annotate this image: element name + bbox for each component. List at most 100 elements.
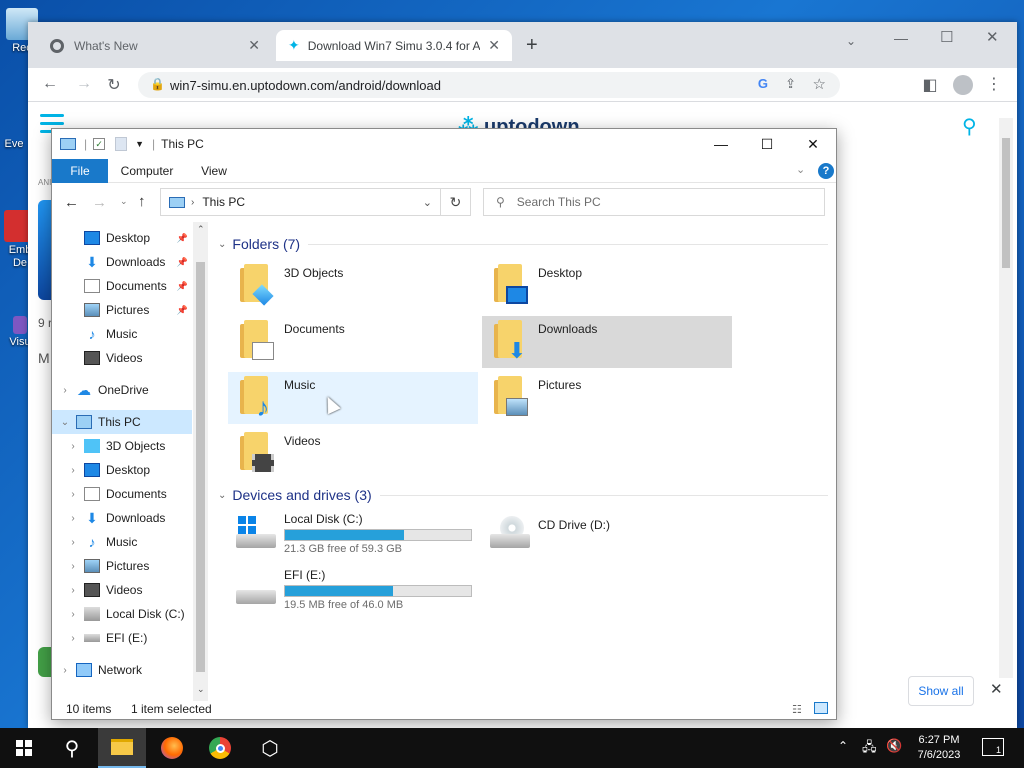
nav-item-desktop-pc[interactable]: › Desktop: [52, 458, 192, 482]
taskbar-file-explorer[interactable]: [98, 728, 146, 768]
pin-icon[interactable]: 📌: [177, 257, 188, 268]
tab-search-icon[interactable]: ⌄: [846, 34, 856, 48]
nav-item-videos-pc[interactable]: › Videos: [52, 578, 192, 602]
tab-computer[interactable]: Computer: [112, 159, 182, 183]
maximize-button[interactable]: ☐: [744, 129, 790, 159]
reload-icon[interactable]: ↻: [104, 75, 124, 95]
folder-documents[interactable]: Documents: [228, 316, 478, 368]
nav-item-music[interactable]: ♪ Music: [52, 322, 192, 346]
clock[interactable]: 6:27 PM 7/6/2023: [910, 733, 968, 763]
nav-item-efi-e[interactable]: › EFI (E:): [52, 626, 192, 650]
back-icon[interactable]: ←: [64, 194, 79, 211]
expand-chevron-icon[interactable]: ›: [66, 489, 80, 500]
pin-icon[interactable]: 📌: [177, 233, 188, 244]
action-center-icon[interactable]: 1: [982, 738, 1004, 756]
share-icon[interactable]: ⇪: [785, 76, 796, 92]
nav-item-music-pc[interactable]: › ♪ Music: [52, 530, 192, 554]
show-hidden-icons-icon[interactable]: ⌃: [838, 739, 848, 753]
address-bar[interactable]: › This PC ⌄: [160, 188, 441, 216]
help-icon[interactable]: ?: [818, 163, 834, 179]
taskbar-firefox[interactable]: [148, 728, 196, 768]
expand-chevron-icon[interactable]: ›: [66, 609, 80, 620]
tab-download-win7-simu[interactable]: ✦ Download Win7 Simu 3.0.4 for A ✕: [276, 30, 512, 61]
start-button[interactable]: [0, 728, 48, 768]
properties-icon[interactable]: ✓: [93, 138, 106, 150]
taskbar-chrome[interactable]: [196, 728, 244, 768]
nav-item-documents-pc[interactable]: › Documents: [52, 482, 192, 506]
drive-local-disk-c[interactable]: Local Disk (C:) 21.3 GB free of 59.3 GB: [228, 510, 478, 562]
drives-group-header[interactable]: ⌄ Devices and drives (3): [218, 487, 828, 503]
nav-item-local-disk-c[interactable]: › Local Disk (C:): [52, 602, 192, 626]
bookmark-star-icon[interactable]: ☆: [813, 75, 826, 93]
pin-icon[interactable]: 📌: [177, 305, 188, 316]
close-download-bar-icon[interactable]: ✕: [990, 680, 1003, 698]
folders-group-header[interactable]: ⌄ Folders (7): [218, 236, 828, 252]
close-icon[interactable]: ✕: [986, 28, 999, 46]
minimize-button[interactable]: —: [698, 129, 744, 159]
profile-avatar[interactable]: [953, 75, 973, 95]
collapse-chevron-icon[interactable]: ⌄: [218, 490, 226, 501]
collapse-chevron-icon[interactable]: ⌄: [58, 417, 72, 428]
scroll-down-icon[interactable]: ⌄: [197, 684, 205, 695]
tab-whats-new[interactable]: What's New ✕: [38, 30, 272, 61]
expand-chevron-icon[interactable]: ›: [66, 513, 80, 524]
side-panel-icon[interactable]: ◧: [920, 75, 940, 95]
scroll-up-icon[interactable]: ⌃: [197, 224, 205, 235]
search-button[interactable]: ⚲: [48, 728, 96, 768]
quick-access-toolbar-dropdown-icon[interactable]: ▼: [135, 139, 144, 149]
expand-chevron-icon[interactable]: ›: [58, 385, 72, 396]
up-icon[interactable]: ↑: [138, 193, 146, 210]
tab-view[interactable]: View: [188, 159, 240, 183]
expand-chevron-icon[interactable]: ›: [66, 465, 80, 476]
nav-item-pictures-pc[interactable]: › Pictures: [52, 554, 192, 578]
drive-efi-e[interactable]: EFI (E:) 19.5 MB free of 46.0 MB: [228, 566, 478, 618]
nav-item-3d-objects[interactable]: › 3D Objects: [52, 434, 192, 458]
nav-item-this-pc[interactable]: ⌄ This PC: [52, 410, 192, 434]
collapse-chevron-icon[interactable]: ⌄: [218, 239, 226, 250]
nav-item-pictures[interactable]: Pictures 📌: [52, 298, 192, 322]
expand-chevron-icon[interactable]: ›: [66, 561, 80, 572]
tab-file[interactable]: File: [52, 159, 108, 183]
expand-chevron-icon[interactable]: ›: [66, 633, 80, 644]
drive-cd-d[interactable]: CD Drive (D:): [482, 510, 732, 562]
volume-muted-icon[interactable]: 🔇: [886, 738, 902, 754]
maximize-icon[interactable]: ☐: [940, 28, 953, 46]
nav-item-downloads-pc[interactable]: › ⬇ Downloads: [52, 506, 192, 530]
nav-item-videos[interactable]: Videos: [52, 346, 192, 370]
breadcrumb-chevron-icon[interactable]: ›: [191, 197, 194, 208]
recent-locations-icon[interactable]: ⌄: [120, 196, 128, 207]
nav-item-documents[interactable]: Documents 📌: [52, 274, 192, 298]
search-input[interactable]: ⚲ Search This PC: [483, 188, 825, 216]
expand-chevron-icon[interactable]: ›: [66, 537, 80, 548]
nav-item-onedrive[interactable]: › ☁ OneDrive: [52, 378, 192, 402]
folder-3d-objects[interactable]: 3D Objects: [228, 260, 478, 312]
show-all-downloads-button[interactable]: Show all: [908, 676, 974, 706]
nav-item-downloads[interactable]: ⬇ Downloads 📌: [52, 250, 192, 274]
folder-desktop[interactable]: Desktop: [482, 260, 732, 312]
details-view-icon[interactable]: ☷: [792, 703, 802, 716]
page-scrollbar[interactable]: [999, 118, 1013, 678]
forward-icon[interactable]: →: [92, 194, 107, 211]
scrollbar-thumb[interactable]: [1002, 138, 1010, 268]
google-lens-icon[interactable]: G: [758, 76, 768, 91]
folder-downloads[interactable]: ⬇ Downloads: [482, 316, 732, 368]
minimize-icon[interactable]: —: [894, 30, 908, 46]
new-tab-button[interactable]: +: [526, 34, 538, 57]
back-icon[interactable]: ←: [40, 75, 60, 93]
network-tray-icon[interactable]: 🖧: [862, 738, 877, 760]
scrollbar-thumb[interactable]: [196, 262, 205, 672]
taskbar-3d-viewer[interactable]: ⬡: [246, 728, 294, 768]
expand-chevron-icon[interactable]: ›: [66, 585, 80, 596]
folder-pictures[interactable]: Pictures: [482, 372, 732, 424]
search-icon[interactable]: ⚲: [962, 114, 977, 139]
close-button[interactable]: ✕: [790, 129, 836, 159]
expand-ribbon-icon[interactable]: ⌄: [796, 163, 805, 176]
address-dropdown-icon[interactable]: ⌄: [423, 196, 432, 209]
large-icons-view-icon[interactable]: [814, 702, 828, 714]
folder-videos[interactable]: Videos: [228, 428, 478, 480]
forward-icon[interactable]: →: [74, 75, 94, 93]
menu-kebab-icon[interactable]: ⋮: [984, 74, 1004, 94]
close-tab-icon[interactable]: ✕: [488, 37, 500, 54]
address-bar[interactable]: 🔒 win7-simu.en.uptodown.com/android/down…: [138, 72, 840, 98]
nav-item-desktop[interactable]: Desktop 📌: [52, 226, 192, 250]
